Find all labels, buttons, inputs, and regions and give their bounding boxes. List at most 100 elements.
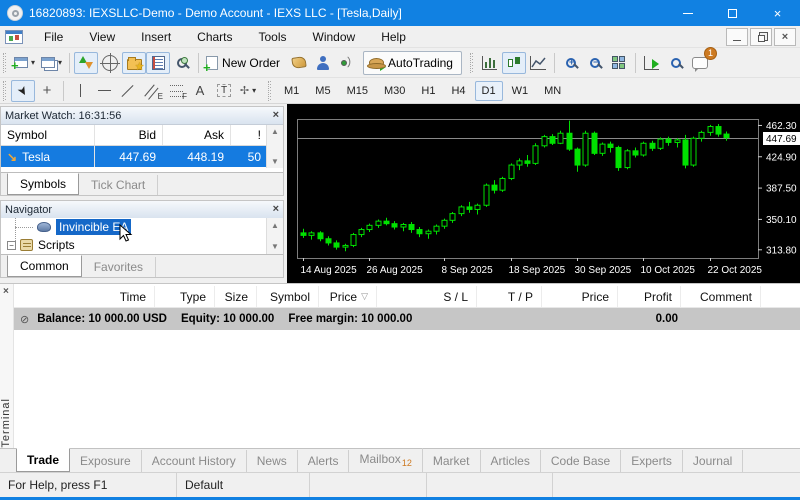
zoom-in-button[interactable]: + [559,52,583,74]
timeframe-button-w1[interactable]: W1 [505,81,536,101]
channel-button[interactable]: E [140,80,164,102]
toolbar-grip[interactable] [469,52,475,73]
terminal-tab-alerts[interactable]: Alerts [298,450,350,472]
terminal-column-profit[interactable]: Profit [618,286,681,307]
menu-item-help[interactable]: Help [368,27,419,47]
timeframe-button-h4[interactable]: H4 [444,81,472,101]
menu-item-file[interactable]: File [31,27,76,47]
toolbar-grip[interactable] [3,52,8,73]
scroll-down-icon[interactable]: ▼ [271,157,279,166]
autotrading-button[interactable]: AutoTrading [363,50,462,75]
timeframe-button-d1[interactable]: D1 [474,80,503,101]
close-button[interactable]: × [755,0,800,26]
market-watch-column-symbol[interactable]: Symbol [1,125,95,145]
community-button[interactable] [311,52,335,74]
terminal-column-size[interactable]: Size [215,286,257,307]
market-watch-toggle[interactable] [74,51,99,74]
terminal-column-price-2[interactable]: Price [542,286,618,307]
scroll-up-icon[interactable]: ▲ [271,127,279,136]
mdi-close-button[interactable]: × [774,28,796,46]
terminal-tab-market[interactable]: Market [423,450,481,472]
market-watch-column-[interactable]: ! [231,125,268,145]
terminal-tab-news[interactable]: News [247,450,298,472]
metaeditor-button[interactable] [287,52,311,74]
status-profile[interactable]: Default [177,473,310,497]
terminal-tab-journal[interactable]: Journal [683,450,744,472]
terminal-tab-articles[interactable]: Articles [481,450,541,472]
fibonacci-button[interactable]: F [164,80,188,102]
toolbar-grip[interactable] [268,80,273,101]
mdi-minimize-button[interactable] [726,28,748,46]
text-label-button[interactable]: T [212,80,236,102]
arrows-tool-button[interactable]: ✢ ▾ [236,80,260,102]
navigator-toggle[interactable]: ★ [122,51,147,74]
tab-tick-chart[interactable]: Tick Chart [79,175,159,195]
line-chart-button[interactable] [526,52,550,74]
maximize-button[interactable] [710,0,755,26]
terminal-column-price[interactable]: Price ▽ [319,286,377,307]
tree-expander-icon[interactable]: − [7,240,16,250]
market-watch-close-button[interactable]: × [273,110,279,121]
candlestick-chart[interactable]: 462.30 424.90 387.50 350.10 313.80 447.69 14 A… [287,104,800,283]
signals-button[interactable] [335,52,359,74]
zoom-out-button[interactable]: − [583,52,607,74]
terminal-column-time[interactable]: Time [14,286,155,307]
terminal-tab-trade[interactable]: Trade [16,448,71,472]
terminal-column-sl[interactable]: S / L [377,286,477,307]
terminal-tab-exposure[interactable]: Exposure [70,450,142,472]
navigator-close-button[interactable]: × [273,204,279,215]
menu-item-window[interactable]: Window [300,27,369,47]
mdi-restore-button[interactable] [750,28,772,46]
text-tool-button[interactable]: A [188,80,212,102]
terminal-column-comment[interactable]: Comment [681,286,761,307]
terminal-tab-account-history[interactable]: Account History [142,450,247,472]
navigator-item-label[interactable]: Scripts [38,238,75,252]
horizontal-line-button[interactable] [92,80,116,102]
bar-chart-button[interactable] [478,52,502,74]
tab-symbols[interactable]: Symbols [7,173,80,195]
terminal-column-type[interactable]: Type [155,286,215,307]
timeframe-button-mn[interactable]: MN [537,81,568,101]
menu-item-tools[interactable]: Tools [246,27,300,47]
timeframe-button-m5[interactable]: M5 [308,81,337,101]
scroll-up-icon[interactable]: ▲ [271,221,279,230]
notifications-button[interactable]: 1 [688,46,717,74]
auto-scroll-button[interactable] [640,52,664,74]
navigator-header[interactable]: Navigator × [1,201,283,219]
market-watch-column-ask[interactable]: Ask [163,125,231,145]
scroll-down-icon[interactable]: ▼ [271,242,279,251]
new-order-button[interactable]: + New Order [203,52,287,74]
profiles-button[interactable]: ▾ [38,52,65,74]
strategy-tester-button[interactable] [170,52,194,74]
tab-favorites[interactable]: Favorites [82,257,157,277]
menu-item-view[interactable]: View [76,27,128,47]
menu-item-charts[interactable]: Charts [184,27,245,47]
minimize-button[interactable] [665,0,710,26]
terminal-tab-experts[interactable]: Experts [621,450,683,472]
data-window-button[interactable] [98,52,122,74]
navigator-scrollbar[interactable]: ▲ ▼ [266,218,283,254]
navigator-item-expert[interactable]: Invincible EA [1,218,266,236]
tab-common[interactable]: Common [7,255,82,277]
market-watch-scrollbar[interactable]: ▲ ▼ [266,125,283,168]
terminal-tab-mailbox[interactable]: Mailbox12 [349,448,423,472]
menu-item-insert[interactable]: Insert [128,27,184,47]
terminal-column-symbol[interactable]: Symbol [257,286,319,307]
navigator-item-scripts[interactable]: − Scripts [1,236,266,254]
tile-windows-button[interactable] [607,52,631,74]
terminal-tab-code-base[interactable]: Code Base [541,450,622,472]
timeframe-button-m30[interactable]: M30 [377,81,412,101]
terminal-toggle[interactable] [146,51,171,74]
market-watch-row-tesla[interactable]: ↘ Tesla 447.69 448.19 50 [1,146,283,167]
candlestick-chart-button[interactable] [501,51,526,74]
market-watch-column-bid[interactable]: Bid [95,125,163,145]
timeframe-button-m15[interactable]: M15 [340,81,375,101]
terminal-close-button[interactable]: × [3,286,9,297]
trendline-button[interactable] [116,80,140,102]
timeframe-button-m1[interactable]: M1 [277,81,306,101]
timeframe-button-h1[interactable]: H1 [414,81,442,101]
toolbar-grip[interactable] [3,80,8,101]
chart-window[interactable]: ▼ Tesla,Daily 447.31 449.35 446.87 447.6… [287,104,800,283]
crosshair-tool-button[interactable]: + [35,80,59,102]
new-chart-button[interactable]: + ▾ [11,52,38,74]
